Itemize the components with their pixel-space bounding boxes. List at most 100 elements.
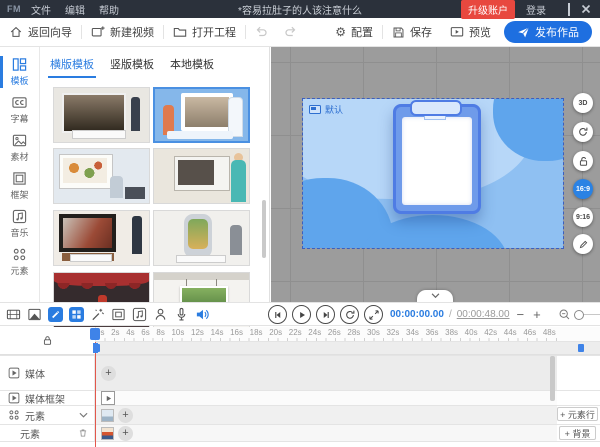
redo-button[interactable] <box>284 25 298 39</box>
fullscreen-button[interactable] <box>364 305 383 324</box>
menu-edit[interactable]: 编辑 <box>65 2 85 17</box>
template-thumbnail-selected[interactable] <box>153 87 250 143</box>
tab-local-templates[interactable]: 本地模板 <box>170 56 214 78</box>
redo-icon <box>284 25 298 39</box>
rotate-icon <box>577 126 589 138</box>
character-icon[interactable] <box>153 307 168 322</box>
track-elements-lane[interactable]: + <box>95 406 557 424</box>
save-button[interactable]: 保存 <box>392 24 432 40</box>
image-icon[interactable] <box>27 307 42 322</box>
subtitle-tool-icon[interactable] <box>48 307 63 322</box>
track-element-sub-header[interactable]: 元素 <box>0 425 95 441</box>
trash-icon <box>78 428 88 438</box>
close-button[interactable] <box>581 4 591 14</box>
track-elements-header[interactable]: 元素 <box>0 406 95 424</box>
window-title: *容易拉肚子的人该注意什么 <box>120 2 480 17</box>
total-time: 00:00:48.00 <box>457 309 510 320</box>
sidebar-item-subtitle[interactable]: 字幕 <box>0 93 39 127</box>
zoom-in-time-button[interactable]: + <box>531 308 543 321</box>
track-media-frame-header[interactable]: 媒体框架 <box>0 391 95 405</box>
tab-vertical-templates[interactable]: 竖版模板 <box>110 56 154 78</box>
template-thumbnail[interactable] <box>153 210 250 266</box>
media-icon[interactable] <box>6 307 21 322</box>
timeline-vertical-scrollbar[interactable] <box>550 356 555 401</box>
sidebar-item-frame[interactable]: 框架 <box>0 169 39 203</box>
element-clip-thumbnail[interactable] <box>101 409 114 422</box>
microphone-icon[interactable] <box>174 307 189 322</box>
playhead-grip[interactable] <box>93 343 98 353</box>
zoom-slider-track[interactable] <box>574 314 600 315</box>
collapse-panel-tab[interactable] <box>417 290 453 302</box>
clipboard-graphic[interactable] <box>393 104 481 214</box>
slide-selected[interactable]: 默认 <box>303 99 563 248</box>
preview-button[interactable]: 预览 <box>450 24 491 40</box>
upgrade-account-button[interactable]: 升级账户 <box>461 0 515 19</box>
play-button[interactable] <box>292 305 311 324</box>
sidebar-item-music[interactable]: 音乐 <box>0 207 39 241</box>
effect-grid-icon[interactable] <box>69 307 84 322</box>
add-element-button[interactable]: + <box>118 408 133 423</box>
playhead-handle[interactable] <box>90 328 100 340</box>
zoom-slider-handle[interactable] <box>574 310 584 320</box>
add-element-row-button[interactable]: + 元素行 <box>557 407 598 421</box>
add-background-button[interactable]: + 背景 <box>559 426 596 440</box>
sidebar-item-template[interactable]: 模板 <box>0 55 39 89</box>
menu-help[interactable]: 帮助 <box>99 2 119 17</box>
template-thumbnail[interactable] <box>53 148 150 204</box>
track-element-sub-lane[interactable]: + <box>95 425 557 441</box>
lock-button[interactable] <box>573 151 593 171</box>
lock-icon[interactable] <box>42 335 53 346</box>
speaker-icon[interactable] <box>195 307 210 322</box>
range-handle-right[interactable] <box>578 344 584 352</box>
sidebar-item-material[interactable]: 素材 <box>0 131 39 165</box>
canvas-side-buttons: 3D 16:9 9:16 <box>573 47 595 302</box>
template-thumbnail[interactable] <box>53 87 150 143</box>
magnifier-minus-icon[interactable] <box>558 308 571 321</box>
login-button[interactable]: 登录 <box>526 2 546 17</box>
track-media-lane[interactable]: + <box>95 356 557 390</box>
template-thumbnail[interactable] <box>153 148 250 204</box>
home-icon <box>9 25 23 39</box>
music-note-icon <box>12 209 27 224</box>
thumbnail-art <box>54 211 149 265</box>
track-media-frame-lane[interactable] <box>95 391 557 405</box>
new-video-button[interactable]: 新建视频 <box>91 24 154 40</box>
undo-icon <box>254 25 268 39</box>
undo-button[interactable] <box>254 25 268 39</box>
sidebar-item-label: 素材 <box>10 150 28 163</box>
add-media-button[interactable]: + <box>101 366 116 381</box>
collapse-track-button[interactable] <box>79 411 88 420</box>
ratio-16-9-label: 16:9 <box>576 186 590 193</box>
track-media-header[interactable]: 媒体 <box>0 356 95 390</box>
panel-scrollbar[interactable] <box>262 200 266 258</box>
thumbnail-art <box>54 88 149 142</box>
3d-button[interactable]: 3D <box>573 93 593 113</box>
edit-button[interactable] <box>573 234 593 254</box>
rotate-button[interactable] <box>573 122 593 142</box>
music-tool-icon[interactable] <box>132 307 147 322</box>
open-project-button[interactable]: 打开工程 <box>173 24 236 40</box>
replay-button[interactable] <box>340 305 359 324</box>
media-frame-clip[interactable] <box>101 391 115 405</box>
maximize-button[interactable] <box>568 4 570 15</box>
sidebar-item-elements[interactable]: 元素 <box>0 245 39 279</box>
elements-icon <box>12 247 27 262</box>
ratio-16-9-button[interactable]: 16:9 <box>573 179 593 199</box>
next-frame-button[interactable] <box>316 305 335 324</box>
prev-frame-button[interactable] <box>268 305 287 324</box>
frame-tool-icon[interactable] <box>111 307 126 322</box>
menu-file[interactable]: 文件 <box>31 2 51 17</box>
delete-track-button[interactable] <box>78 428 88 438</box>
publish-button[interactable]: 发布作品 <box>504 21 592 43</box>
magic-wand-icon[interactable] <box>90 307 105 322</box>
tab-horizontal-templates[interactable]: 横版模板 <box>50 56 94 78</box>
element-clip-thumbnail[interactable] <box>101 427 114 440</box>
unlock-icon <box>578 156 589 167</box>
zoom-out-time-button[interactable]: − <box>515 308 527 321</box>
track-label: 媒体 <box>25 366 45 381</box>
back-wizard-button[interactable]: 返回向导 <box>9 24 72 40</box>
template-thumbnail[interactable] <box>53 210 150 266</box>
ratio-9-16-button[interactable]: 9:16 <box>573 207 593 227</box>
config-button[interactable]: ⚙ 配置 <box>335 24 373 40</box>
add-element-button[interactable]: + <box>118 426 133 441</box>
